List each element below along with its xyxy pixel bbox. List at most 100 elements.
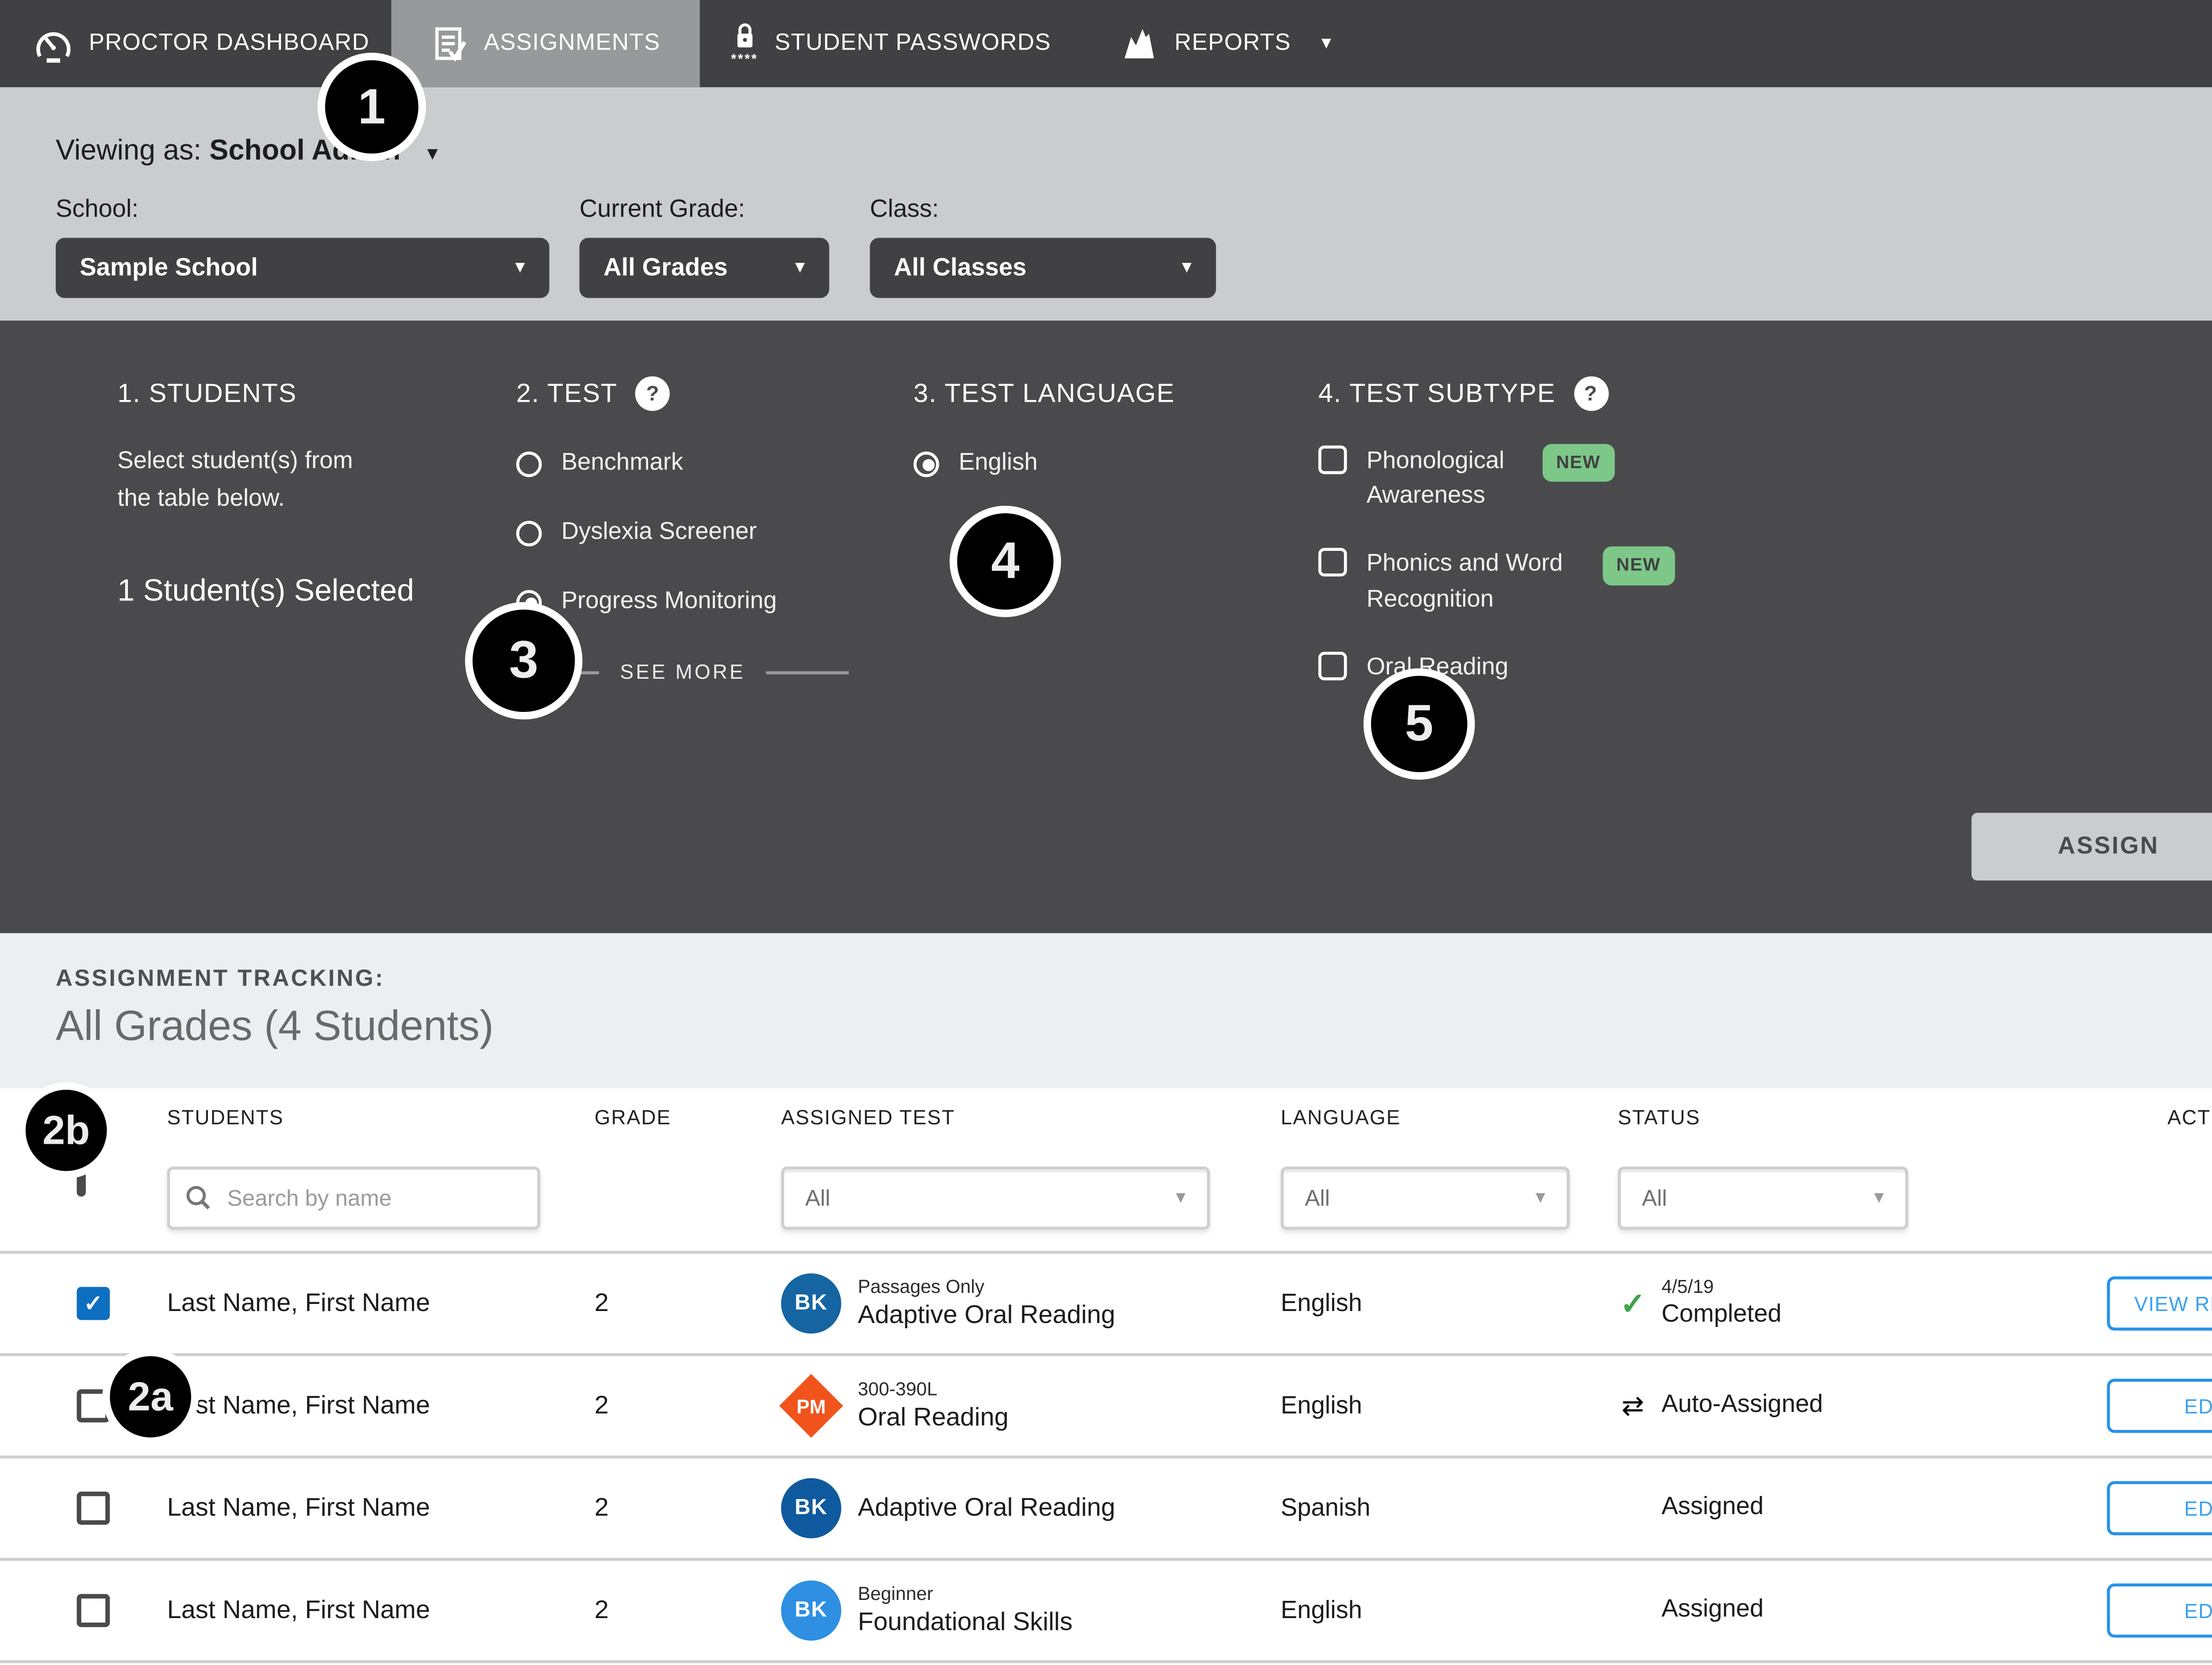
status-value: Completed xyxy=(1662,1300,1782,1332)
annotation-badge-5: 5 xyxy=(1363,668,1475,780)
step-test-title: 2. TEST xyxy=(516,377,618,408)
checkbox-icon xyxy=(1318,651,1347,680)
new-badge: NEW xyxy=(1603,547,1674,585)
tracking-title: ASSIGNMENT TRACKING: xyxy=(56,966,385,993)
radio-progress-monitoring[interactable]: Progress Monitoring xyxy=(516,585,849,619)
assignment-builder-panel: 1. STUDENTS Select student(s) from the t… xyxy=(0,321,2212,934)
status-cell: ✓ 4/5/19 Completed xyxy=(1618,1275,2057,1332)
chevron-down-icon: ▼ xyxy=(423,143,441,164)
checkbox-oral-reading[interactable]: Oral Reading xyxy=(1318,650,1674,685)
col-students: STUDENTS xyxy=(167,1106,595,1129)
nav-assignments[interactable]: ASSIGNMENTS xyxy=(391,0,699,87)
status-value: Assigned xyxy=(1662,1492,1764,1524)
edit-button[interactable]: EDIT xyxy=(2107,1379,2212,1433)
edit-button[interactable]: EDIT xyxy=(2107,1584,2212,1638)
language-value: English xyxy=(1281,1392,1618,1420)
edit-button[interactable]: EDIT xyxy=(2107,1481,2212,1535)
annotation-badge-1: 1 xyxy=(318,53,426,161)
chevron-down-icon: ▼ xyxy=(512,259,528,277)
nav-label: REPORTS xyxy=(1175,30,1291,57)
clipboard-check-icon xyxy=(430,24,469,63)
row-checkbox-checked[interactable]: ✓ xyxy=(77,1287,110,1320)
radio-english[interactable]: English xyxy=(914,447,1175,480)
table-row: Last Name, First Name 2 BK Adaptive Oral… xyxy=(0,1456,2212,1558)
table-header-row: STUDENTS GRADE ASSIGNED TEST LANGUAGE ST… xyxy=(0,1088,2212,1167)
grade-value: 2 xyxy=(595,1596,781,1626)
status-value: Assigned xyxy=(1662,1594,1764,1627)
divider xyxy=(766,671,849,674)
status-date: 4/5/19 xyxy=(1662,1275,1782,1300)
col-assigned-test: ASSIGNED TEST xyxy=(781,1106,1281,1129)
search-box xyxy=(167,1166,541,1230)
radio-benchmark[interactable]: Benchmark xyxy=(516,447,849,480)
class-dropdown-value: All Classes xyxy=(894,254,1027,282)
annotation-badge-2b: 2b xyxy=(18,1082,115,1179)
test-type-badge-bk: BK xyxy=(781,1273,841,1334)
step-test-language: 3. TEST LANGUAGE English xyxy=(914,375,1175,480)
student-name: Last Name, First Name xyxy=(167,1288,595,1319)
language-value: English xyxy=(1281,1596,1618,1625)
test-name: Adaptive Oral Reading xyxy=(858,1492,1115,1524)
checkbox-phonics-word-recognition[interactable]: Phonics and Word Recognition NEW xyxy=(1318,547,1674,617)
grade-filter-group: Current Grade: All Grades ▼ xyxy=(580,196,830,298)
search-input[interactable] xyxy=(167,1166,541,1230)
class-dropdown[interactable]: All Classes ▼ xyxy=(870,238,1216,298)
col-status: STATUS xyxy=(1618,1106,2057,1129)
divider xyxy=(0,1660,2212,1663)
status-cell: Assigned xyxy=(1618,1594,2057,1627)
assigned-test-filter-dropdown[interactable]: All ▼ xyxy=(781,1166,1210,1230)
gauge-icon xyxy=(33,23,74,64)
grade-value: 2 xyxy=(595,1493,781,1523)
help-icon[interactable]: ? xyxy=(1574,376,1608,410)
assign-button[interactable]: ASSIGN xyxy=(1971,813,2212,881)
nav-student-passwords[interactable]: **** STUDENT PASSWORDS xyxy=(708,0,1072,87)
grade-dropdown[interactable]: All Grades ▼ xyxy=(580,238,830,298)
nav-reports[interactable]: REPORTS ▼ xyxy=(1099,0,1356,87)
repeat-icon: ⇄ xyxy=(1618,1390,1648,1422)
status-cell: ⇄ Auto-Assigned xyxy=(1618,1390,2057,1422)
help-icon[interactable]: ? xyxy=(636,376,670,410)
radio-selected-icon xyxy=(914,451,939,477)
test-name: Foundational Skills xyxy=(858,1606,1072,1638)
chevron-down-icon: ▼ xyxy=(1179,259,1195,277)
chevron-down-icon: ▼ xyxy=(1871,1189,1887,1207)
student-name: Last Name, First Name xyxy=(167,1596,595,1626)
language-filter-dropdown[interactable]: All ▼ xyxy=(1281,1166,1570,1230)
test-sublabel: Passages Only xyxy=(858,1276,1115,1299)
assignment-table: STUDENTS GRADE ASSIGNED TEST LANGUAGE ST… xyxy=(0,1088,2212,1663)
grade-label: Current Grade: xyxy=(580,196,830,224)
view-report-button[interactable]: VIEW REPORT xyxy=(2107,1277,2212,1330)
tracking-subtitle: All Grades (4 Students) xyxy=(56,1003,494,1051)
password-stars: **** xyxy=(731,53,758,66)
test-name: Adaptive Oral Reading xyxy=(858,1299,1115,1331)
new-badge: NEW xyxy=(1543,444,1614,482)
chevron-down-icon: ▼ xyxy=(1172,1189,1189,1207)
checkbox-icon xyxy=(1318,446,1347,474)
step-students-title: 1. STUDENTS xyxy=(117,375,414,411)
checkbox-phonological-awareness[interactable]: Phonological Awareness NEW xyxy=(1318,444,1674,514)
step-language-title: 3. TEST LANGUAGE xyxy=(914,375,1175,411)
annotation-badge-3: 3 xyxy=(465,602,582,719)
col-action: ACTION xyxy=(2167,1106,2212,1129)
radio-dyslexia-screener[interactable]: Dyslexia Screener xyxy=(516,516,849,550)
annotation-badge-2a: 2a xyxy=(102,1349,199,1445)
status-filter-dropdown[interactable]: All ▼ xyxy=(1618,1166,1909,1230)
grade-value: 2 xyxy=(595,1391,781,1421)
status-cell: Assigned xyxy=(1618,1492,2057,1524)
step-students-description: Select student(s) from the table below. xyxy=(117,444,414,519)
school-dropdown[interactable]: Sample School ▼ xyxy=(56,238,549,298)
chevron-down-icon: ▼ xyxy=(792,259,808,277)
chevron-down-icon: ▼ xyxy=(1532,1189,1548,1207)
checkbox-icon xyxy=(1318,549,1347,577)
row-checkbox[interactable] xyxy=(77,1594,110,1627)
class-label: Class: xyxy=(870,196,1216,224)
table-row: Last Name, First Name 2 PM 300-390L Oral… xyxy=(0,1353,2212,1455)
radio-icon xyxy=(516,451,542,477)
viewing-as-label: Viewing as: xyxy=(56,135,201,167)
check-icon: ✓ xyxy=(1618,1284,1648,1322)
row-checkbox[interactable] xyxy=(77,1492,110,1525)
nav-label: ASSIGNMENTS xyxy=(484,30,661,57)
test-sublabel: Beginner xyxy=(858,1583,1072,1606)
students-selected-count: 1 Student(s) Selected xyxy=(117,573,414,609)
student-name: Last Name, First Name xyxy=(167,1391,595,1421)
